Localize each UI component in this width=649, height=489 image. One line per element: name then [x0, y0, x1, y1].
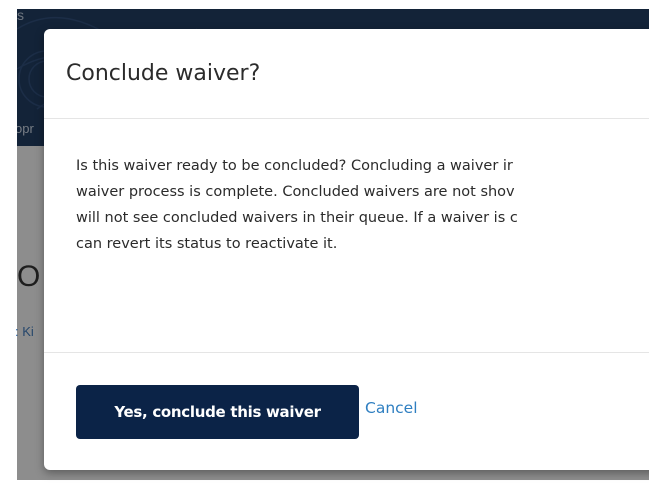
modal-body-line: can revert its status to reactivate it. — [76, 236, 338, 252]
modal-header: Conclude waiver? — [44, 29, 649, 119]
cancel-button[interactable]: Cancel — [365, 399, 418, 417]
modal-body-line: will not see concluded waivers in their … — [76, 210, 518, 226]
modal-body-line: Is this waiver ready to be concluded? Co… — [76, 158, 513, 174]
confirm-conclude-button[interactable]: Yes, conclude this waiver — [76, 385, 359, 439]
modal-title: Conclude waiver? — [66, 61, 261, 86]
modal-footer: Yes, conclude this waiver Cancel — [44, 352, 649, 470]
conclude-waiver-dialog: Conclude waiver? Is this waiver ready to… — [44, 29, 649, 470]
modal-body: Is this waiver ready to be concluded? Co… — [76, 153, 649, 257]
modal-body-line: waiver process is complete. Concluded wa… — [76, 184, 515, 200]
screen: s opr O : Ki Conclude waiver? Is this wa… — [0, 0, 649, 489]
